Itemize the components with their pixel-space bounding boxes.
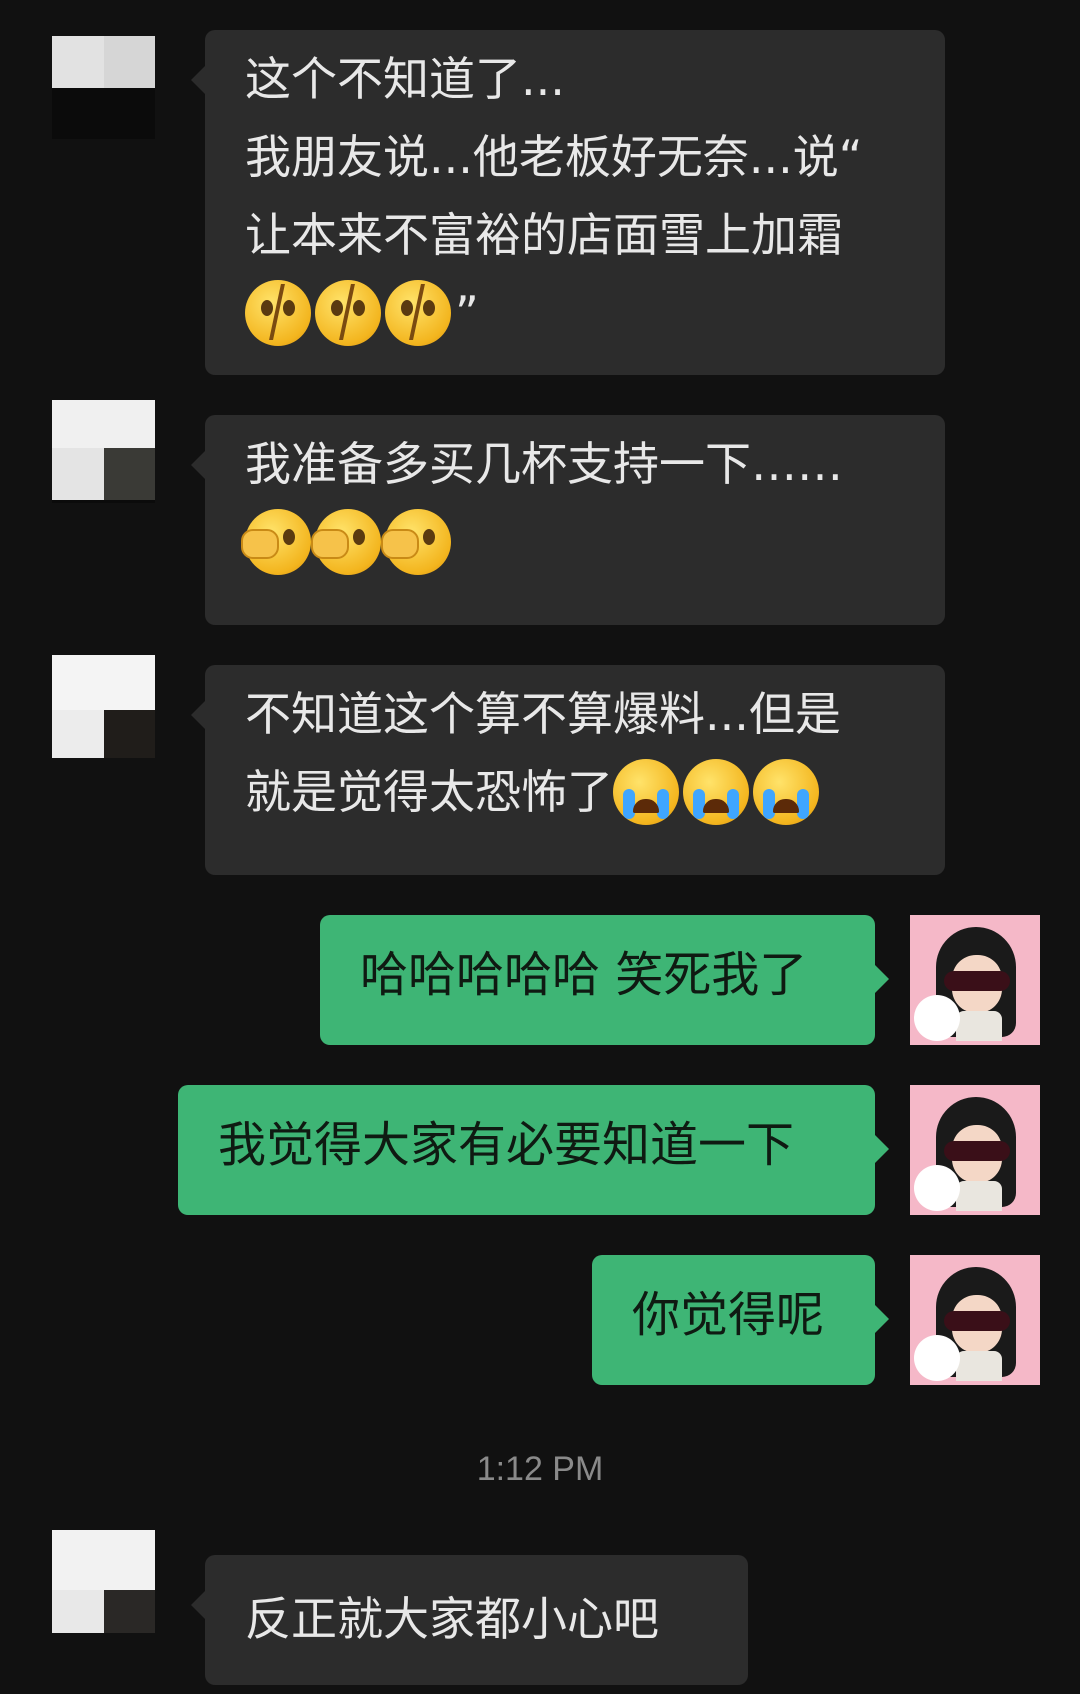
facepalm-peek-emoji [381, 509, 451, 575]
message-text: 不知道这个算不算爆料...但是 [245, 687, 841, 741]
contact-avatar[interactable] [52, 400, 155, 503]
message-bubble-incoming[interactable]: 不知道这个算不算爆料...但是 就是觉得太恐怖了 [191, 665, 945, 875]
message-text: 我觉得大家有必要知道一下 [218, 1117, 795, 1173]
broken-heart-face-emoji [245, 280, 311, 346]
crying-face-emoji [613, 759, 679, 825]
contact-avatar[interactable] [52, 1530, 155, 1633]
emoji-row: ” [245, 274, 909, 352]
message-text: ” [455, 286, 479, 340]
message-bubble-outgoing[interactable]: 你觉得呢 [592, 1255, 889, 1385]
message-bubble-incoming[interactable]: 我准备多买几杯支持一下…… [191, 415, 945, 625]
my-avatar[interactable] [910, 915, 1040, 1045]
message-text: 你觉得呢 [632, 1287, 825, 1343]
message-timestamp: 1:12 PM [476, 1450, 604, 1488]
contact-avatar[interactable] [52, 655, 155, 758]
message-text: 我朋友说...他老板好无奈...说“ [245, 130, 863, 184]
message-bubble-outgoing[interactable]: 我觉得大家有必要知道一下 [178, 1085, 889, 1215]
broken-heart-face-emoji [315, 280, 381, 346]
message-text: 这个不知道了... [245, 52, 565, 106]
my-avatar[interactable] [910, 1255, 1040, 1385]
broken-heart-face-emoji [385, 280, 451, 346]
message-bubble-outgoing[interactable]: 哈哈哈哈哈 笑死我了 [320, 915, 889, 1045]
message-text: 让本来不富裕的店面雪上加霜 [245, 208, 843, 262]
crying-face-emoji [683, 759, 749, 825]
chat-conversation: 这个不知道了... 我朋友说...他老板好无奈...说“ 让本来不富裕的店面雪上… [0, 0, 1080, 1694]
message-text: 就是觉得太恐怖了 [245, 765, 613, 819]
message-text: 我准备多买几杯支持一下…… [245, 437, 843, 491]
emoji-row [241, 503, 909, 581]
contact-avatar[interactable] [52, 36, 155, 139]
message-text: 反正就大家都小心吧 [245, 1592, 659, 1646]
message-text: 哈哈哈哈哈 笑死我了 [360, 947, 808, 1003]
message-bubble-incoming[interactable]: 反正就大家都小心吧 [191, 1555, 748, 1685]
facepalm-peek-emoji [311, 509, 381, 575]
my-avatar[interactable] [910, 1085, 1040, 1215]
message-bubble-incoming[interactable]: 这个不知道了... 我朋友说...他老板好无奈...说“ 让本来不富裕的店面雪上… [191, 30, 945, 375]
facepalm-peek-emoji [241, 509, 311, 575]
emoji-row: 就是觉得太恐怖了 [245, 753, 909, 831]
crying-face-emoji [753, 759, 819, 825]
